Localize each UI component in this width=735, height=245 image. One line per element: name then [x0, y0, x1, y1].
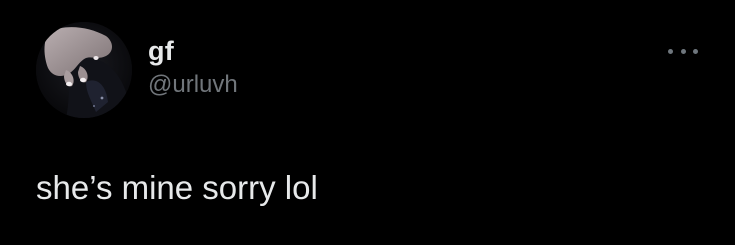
more-horizontal-icon [680, 48, 686, 54]
tweet-author: gf @urluvh [148, 36, 238, 100]
tweet-text: she’s mine sorry lol [36, 169, 318, 206]
more-horizontal-icon [668, 48, 673, 54]
more-horizontal-icon [693, 48, 698, 54]
display-name[interactable]: gf [148, 36, 238, 66]
avatar-photo [36, 22, 132, 118]
tweet-card: gf @urluvh she’s mine sorry lol [0, 0, 735, 245]
user-handle[interactable]: @urluvh [148, 70, 238, 100]
avatar[interactable] [36, 22, 132, 118]
more-options-button[interactable] [668, 44, 698, 58]
